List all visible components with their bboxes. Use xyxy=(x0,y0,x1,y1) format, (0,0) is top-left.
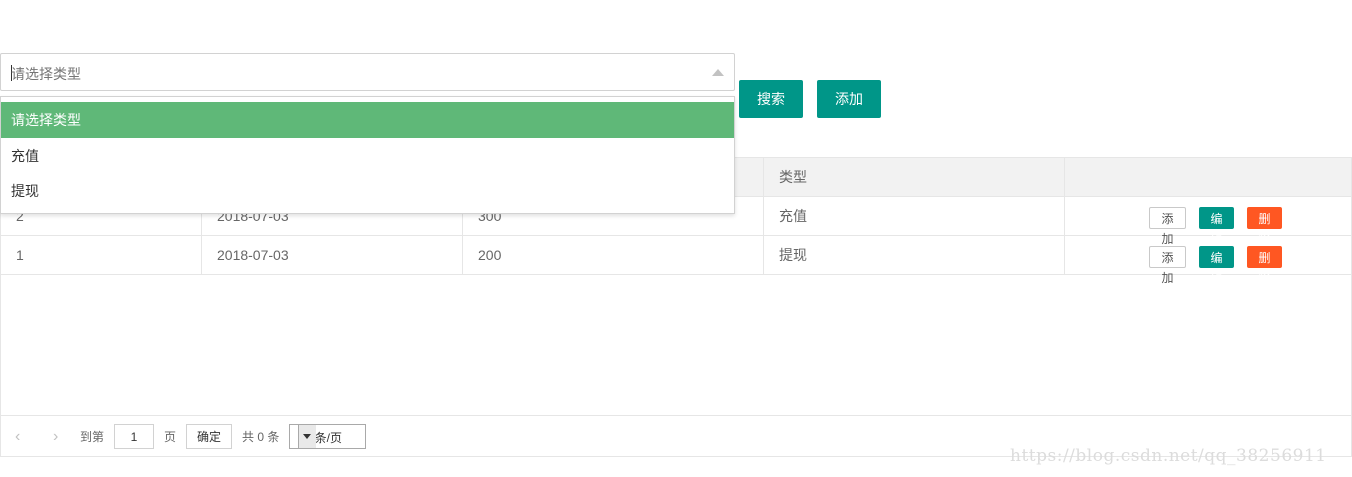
column-header-type: 类型 xyxy=(764,158,1065,196)
confirm-page-button[interactable]: 确定 xyxy=(186,424,232,449)
row-add-button[interactable]: 添加 xyxy=(1149,246,1186,285)
next-page-icon[interactable]: › xyxy=(53,416,58,458)
dropdown-option-recharge[interactable]: 充值 xyxy=(1,138,734,174)
type-dropdown-menu: 请选择类型 充值 提现 xyxy=(0,96,735,214)
row-delete-button[interactable]: 删除 xyxy=(1247,246,1282,285)
dropdown-option-placeholder[interactable]: 请选择类型 xyxy=(1,102,734,138)
search-button[interactable]: 搜索 xyxy=(739,80,803,118)
type-select[interactable]: 请选择类型 xyxy=(0,53,735,91)
page-size-select[interactable]: 10 条/页 xyxy=(289,424,366,449)
chevron-down-icon[interactable] xyxy=(298,425,316,448)
cell-type: 提现 xyxy=(764,236,1065,274)
goto-label: 到第 xyxy=(80,430,105,444)
watermark: https://blog.csdn.net/qq_38256911 xyxy=(1010,446,1327,466)
dropdown-option-withdraw[interactable]: 提现 xyxy=(1,173,734,209)
row-add-button[interactable]: 添加 xyxy=(1149,207,1186,246)
row-edit-button[interactable]: 编辑 xyxy=(1199,246,1234,285)
cell-amount: 200 xyxy=(463,236,764,274)
column-header-actions xyxy=(1065,158,1351,196)
cell-actions: 添加 编辑 删除 xyxy=(1065,197,1351,246)
total-count: 共 0 条 xyxy=(242,430,280,444)
add-button[interactable]: 添加 xyxy=(817,80,881,118)
page-number-input[interactable] xyxy=(114,424,154,449)
prev-page-icon[interactable]: ‹ xyxy=(15,416,20,458)
row-delete-button[interactable]: 删除 xyxy=(1247,207,1282,246)
cell-id: 1 xyxy=(1,236,202,274)
page-unit-label: 页 xyxy=(164,430,177,444)
table-row: 1 2018-07-03 200 提现 添加 编辑 删除 xyxy=(1,236,1351,285)
cell-actions: 添加 编辑 删除 xyxy=(1065,236,1351,285)
caret-up-icon[interactable] xyxy=(712,69,724,76)
cell-type: 充值 xyxy=(764,197,1065,235)
cell-date: 2018-07-03 xyxy=(202,236,463,274)
row-edit-button[interactable]: 编辑 xyxy=(1199,207,1234,246)
type-select-placeholder: 请选择类型 xyxy=(11,66,81,82)
